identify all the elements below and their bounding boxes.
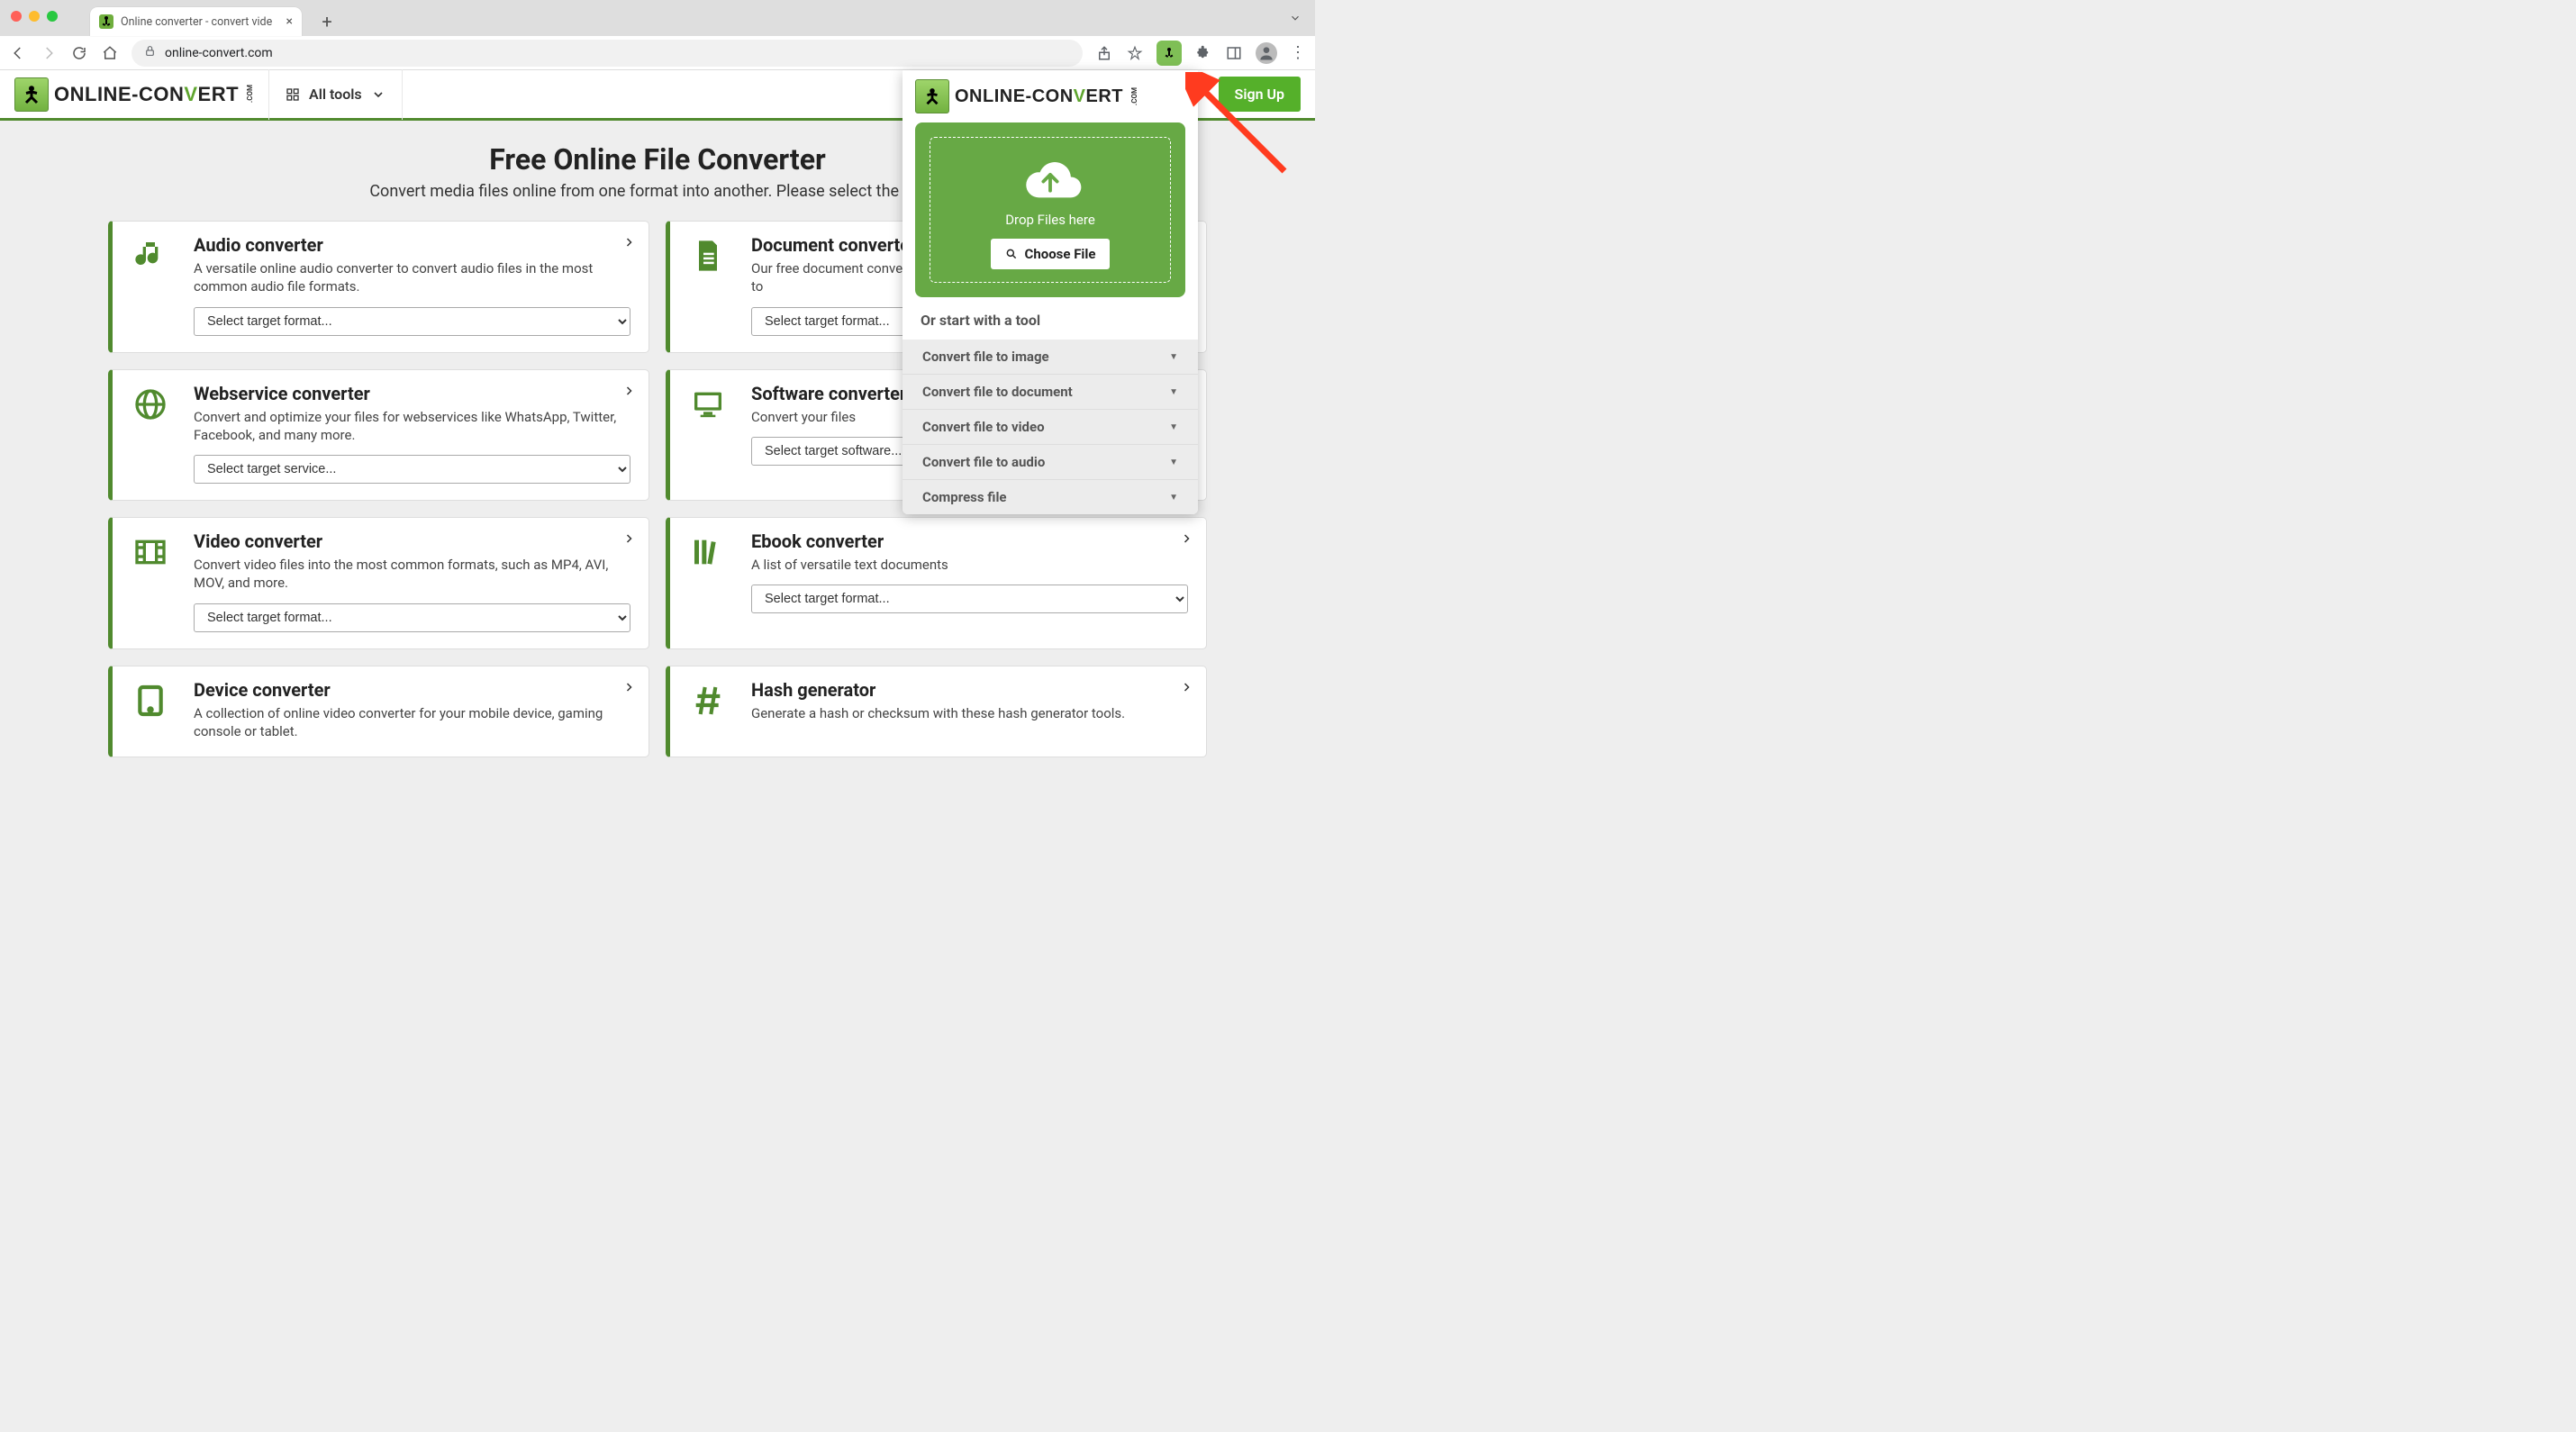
popup-item-image[interactable]: Convert file to image▼ — [903, 340, 1198, 375]
chevron-right-icon — [1181, 679, 1192, 696]
lock-icon — [144, 45, 156, 60]
logo-suffix: .COM — [246, 85, 254, 103]
card-title: Video converter — [194, 530, 630, 552]
caret-down-icon: ▼ — [1169, 458, 1178, 467]
choose-file-label: Choose File — [1025, 246, 1096, 262]
chevron-right-icon — [623, 530, 634, 548]
popup-item-video[interactable]: Convert file to video▼ — [903, 410, 1198, 445]
converter-card-device[interactable]: Device converter A collection of online … — [108, 666, 649, 758]
forward-button[interactable] — [40, 44, 58, 62]
site-logo[interactable]: ONLINE-CONVERT .COM — [14, 77, 254, 112]
menu-kebab-icon[interactable]: ⋮ — [1290, 43, 1306, 62]
converter-card-ebook[interactable]: Ebook converter A list of versatile text… — [666, 517, 1207, 649]
card-title: Ebook converter — [751, 530, 1188, 552]
tab-close-icon[interactable]: × — [286, 14, 293, 29]
favicon-icon — [99, 14, 113, 29]
monitor-icon — [683, 383, 733, 485]
extension-onlineconvert-icon[interactable] — [1156, 41, 1182, 66]
chevron-right-icon — [623, 383, 634, 400]
back-button[interactable] — [9, 44, 27, 62]
cloud-upload-icon — [1012, 154, 1088, 204]
caret-down-icon: ▼ — [1169, 422, 1178, 432]
extension-popup: ONLINE-CONVERT .COM Drop Files here Choo… — [903, 70, 1198, 514]
signup-button[interactable]: Sign Up — [1219, 77, 1301, 112]
converter-card-video[interactable]: Video converter Convert video files into… — [108, 517, 649, 649]
window-close-button[interactable] — [11, 11, 22, 22]
share-icon[interactable] — [1095, 44, 1113, 62]
all-tools-label: All tools — [309, 86, 362, 103]
url-text: online-convert.com — [165, 46, 273, 60]
caret-down-icon: ▼ — [1169, 387, 1178, 397]
globe-icon — [125, 383, 176, 485]
popup-subtitle: Or start with a tool — [903, 310, 1198, 340]
browser-tab[interactable]: Online converter - convert vide × — [90, 7, 302, 36]
popup-logo-suffix: .COM — [1130, 87, 1138, 105]
books-icon — [683, 530, 733, 632]
caret-down-icon: ▼ — [1169, 352, 1178, 362]
dropzone-label: Drop Files here — [939, 212, 1161, 228]
chevron-right-icon — [623, 234, 634, 251]
tab-title: Online converter - convert vide — [121, 15, 279, 29]
target-format-select[interactable]: Select target format... — [194, 603, 630, 632]
card-desc: A collection of online video converter f… — [194, 704, 630, 741]
card-desc: A versatile online audio converter to co… — [194, 259, 630, 296]
window-maximize-button[interactable] — [47, 11, 58, 22]
popup-item-audio[interactable]: Convert file to audio▼ — [903, 445, 1198, 480]
logo-icon — [915, 79, 949, 113]
card-title: Webservice converter — [194, 383, 630, 404]
chevron-down-icon — [371, 87, 385, 102]
popup-item-document[interactable]: Convert file to document▼ — [903, 375, 1198, 410]
browser-tabstrip: Online converter - convert vide × + — [0, 0, 1315, 36]
magnifier-icon — [1005, 248, 1018, 260]
logo-icon — [14, 77, 49, 112]
card-title: Device converter — [194, 679, 630, 701]
card-desc: A list of versatile text documents — [751, 556, 1188, 574]
film-icon — [125, 530, 176, 632]
popup-tool-list: Convert file to image▼ Convert file to d… — [903, 340, 1198, 514]
tabs-overflow-icon[interactable] — [1289, 11, 1302, 28]
tablet-icon — [125, 679, 176, 741]
converter-card-hash[interactable]: Hash generator Generate a hash or checks… — [666, 666, 1207, 758]
card-desc: Generate a hash or checksum with these h… — [751, 704, 1188, 722]
music-note-icon — [125, 234, 176, 336]
card-desc: Convert video files into the most common… — [194, 556, 630, 593]
target-format-select[interactable]: Select target format... — [194, 307, 630, 336]
target-format-select[interactable]: Select target format... — [751, 585, 1188, 613]
browser-toolbar: online-convert.com ⋮ — [0, 36, 1315, 70]
card-title: Hash generator — [751, 679, 1188, 701]
window-minimize-button[interactable] — [29, 11, 40, 22]
address-bar[interactable]: online-convert.com — [132, 40, 1083, 67]
chevron-right-icon — [1181, 530, 1192, 548]
popup-item-compress[interactable]: Compress file▼ — [903, 480, 1198, 514]
hash-icon — [683, 679, 733, 741]
choose-file-button[interactable]: Choose File — [991, 239, 1111, 269]
popup-logo-text: ONLINE-CONVERT — [955, 86, 1123, 107]
home-button[interactable] — [101, 44, 119, 62]
card-desc: Convert and optimize your files for webs… — [194, 408, 630, 445]
logo-text: ONLINE-CONVERT — [54, 83, 239, 106]
window-controls — [11, 11, 58, 22]
document-icon — [683, 234, 733, 336]
bookmark-star-icon[interactable] — [1126, 44, 1144, 62]
converter-card-audio[interactable]: Audio converter A versatile online audio… — [108, 221, 649, 353]
sidepanel-icon[interactable] — [1225, 44, 1243, 62]
all-tools-menu[interactable]: All tools — [268, 69, 403, 120]
new-tab-button[interactable]: + — [314, 9, 340, 34]
target-service-select[interactable]: Select target service... — [194, 455, 630, 484]
reload-button[interactable] — [70, 44, 88, 62]
chevron-right-icon — [623, 679, 634, 696]
popup-logo: ONLINE-CONVERT .COM — [915, 79, 1185, 113]
card-title: Audio converter — [194, 234, 630, 256]
caret-down-icon: ▼ — [1169, 493, 1178, 503]
dropzone[interactable]: Drop Files here Choose File — [915, 122, 1185, 297]
converter-card-webservice[interactable]: Webservice converter Convert and optimiz… — [108, 369, 649, 502]
profile-avatar-icon[interactable] — [1256, 42, 1277, 64]
extensions-puzzle-icon[interactable] — [1194, 44, 1212, 62]
